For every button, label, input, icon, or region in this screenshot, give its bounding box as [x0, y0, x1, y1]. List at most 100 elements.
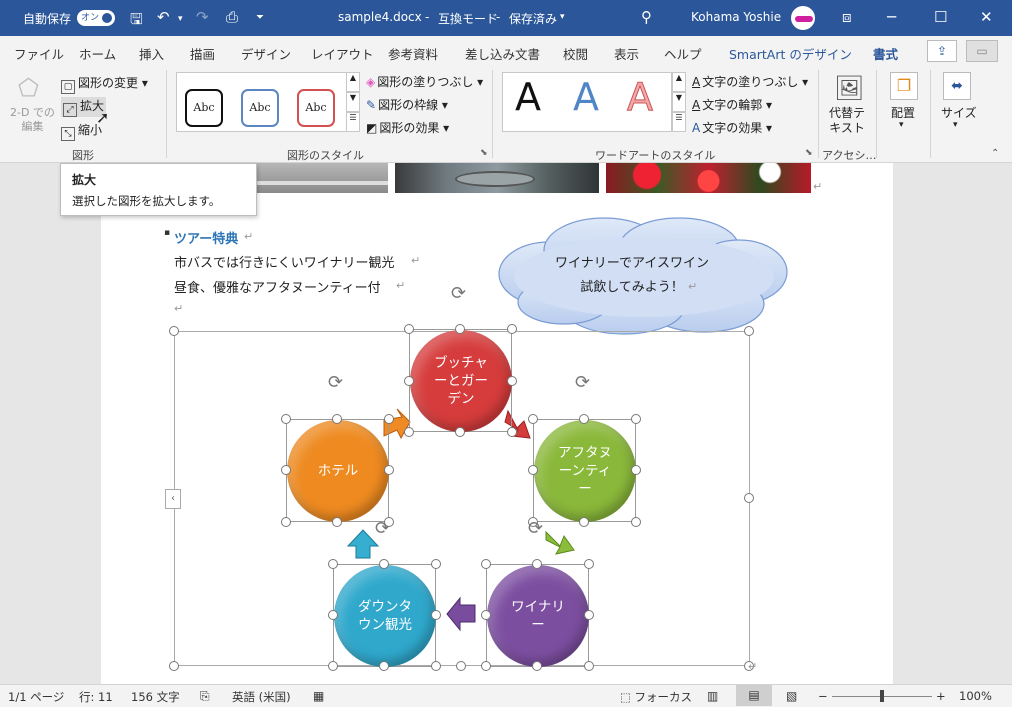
avatar[interactable]	[791, 6, 815, 30]
print-icon[interactable]: ⎙	[226, 8, 238, 26]
collapse-ribbon-icon[interactable]: ⌃	[991, 148, 999, 159]
resize-handle[interactable]	[384, 414, 394, 424]
size-icon[interactable]: ⬌	[943, 72, 971, 100]
search-icon[interactable]: ⚲	[641, 8, 652, 26]
photo-street[interactable]	[255, 163, 388, 193]
resize-handle[interactable]	[744, 493, 754, 503]
resize-handle[interactable]	[455, 427, 465, 437]
page-count[interactable]: 1/1 ページ	[8, 689, 64, 705]
chevron-down-icon[interactable]: ▾	[953, 120, 958, 130]
comments-button[interactable]: ▭	[966, 40, 998, 62]
accessibility-icon[interactable]: ▦	[313, 689, 324, 703]
arrange-icon[interactable]: ❐	[890, 72, 918, 100]
autosave-toggle[interactable]: オン	[77, 10, 115, 26]
node-downtown-sightseeing[interactable]: ダウンタ ウン観光	[334, 565, 436, 667]
shrink-button[interactable]: ⤡ 縮小	[61, 121, 102, 141]
resize-handle[interactable]	[579, 517, 589, 527]
share-button[interactable]: ⇪	[927, 40, 957, 62]
rotate-handle-icon[interactable]: ⟳	[328, 372, 343, 393]
rotate-handle-icon[interactable]: ⟳	[528, 518, 543, 539]
resize-handle[interactable]	[744, 326, 754, 336]
body-line-2[interactable]: 昼食、優雅なアフタヌーンティー付	[174, 277, 381, 296]
resize-handle[interactable]	[431, 661, 441, 671]
resize-handle[interactable]	[528, 414, 538, 424]
tab-insert[interactable]: 挿入	[139, 44, 164, 63]
undo-dropdown-icon[interactable]: ▾	[178, 14, 183, 24]
size-button[interactable]: サイズ	[941, 104, 977, 121]
resize-handle[interactable]	[379, 559, 389, 569]
resize-handle[interactable]	[532, 559, 542, 569]
tab-smartart-design[interactable]: SmartArt のデザイン	[729, 44, 852, 63]
node-afternoon-tea[interactable]: アフタヌ ーンティ ー	[534, 420, 636, 522]
zoom-slider-thumb[interactable]	[880, 690, 884, 702]
resize-handle[interactable]	[404, 324, 414, 334]
chevron-down-icon[interactable]: ▾	[560, 12, 565, 22]
photo-flowers[interactable]	[606, 163, 811, 193]
shape-outline-button[interactable]: ✎ 図形の枠線 ▾	[366, 96, 448, 113]
undo-icon[interactable]: ↶	[157, 8, 170, 26]
gallery-more-icon[interactable]: ☰	[346, 112, 360, 132]
customize-qat-icon[interactable]: ⏷	[256, 12, 264, 23]
tab-review[interactable]: 校閲	[563, 44, 588, 63]
arrange-button[interactable]: 配置	[891, 104, 915, 121]
text-pane-toggle[interactable]: ‹	[165, 489, 181, 509]
dialog-launcher-icon[interactable]: ⬊	[805, 148, 813, 158]
resize-handle[interactable]	[404, 376, 414, 386]
resize-handle[interactable]	[379, 661, 389, 671]
resize-handle[interactable]	[584, 610, 594, 620]
resize-handle[interactable]	[281, 517, 291, 527]
photo-fountain[interactable]	[395, 163, 599, 193]
wordart-style-1[interactable]: A	[515, 75, 541, 119]
resize-handle[interactable]	[528, 465, 538, 475]
focus-button[interactable]: ⬚ フォーカス	[620, 689, 692, 705]
resize-handle[interactable]	[631, 414, 641, 424]
resize-handle[interactable]	[384, 517, 394, 527]
text-fill-button[interactable]: A 文字の塗りつぶし ▾	[692, 73, 808, 90]
ribbon-display-icon[interactable]: ⧈	[842, 8, 852, 26]
resize-handle[interactable]	[328, 559, 338, 569]
tab-references[interactable]: 参考資料	[388, 44, 438, 63]
change-shape-button[interactable]: ▢ 図形の変更 ▾	[61, 74, 148, 94]
language[interactable]: 英語 (米国)	[232, 689, 291, 705]
shape-style-1[interactable]: Abc	[185, 89, 223, 127]
maximize-icon[interactable]: ☐	[934, 8, 947, 26]
resize-handle[interactable]	[481, 559, 491, 569]
node-butchart-gardens[interactable]: ブッチャ ーとガー デン	[410, 330, 512, 432]
resize-handle[interactable]	[507, 427, 517, 437]
resize-handle[interactable]	[431, 559, 441, 569]
rotate-handle-icon[interactable]: ⟳	[575, 372, 590, 393]
text-outline-button[interactable]: A 文字の輪郭 ▾	[692, 96, 772, 113]
node-hotel[interactable]: ホテル	[287, 420, 389, 522]
user-name[interactable]: Kohama Yoshie	[691, 10, 781, 24]
tab-layout[interactable]: レイアウト	[311, 44, 374, 63]
text-effects-button[interactable]: A 文字の効果 ▾	[692, 119, 772, 136]
resize-handle[interactable]	[169, 326, 179, 336]
chevron-down-icon[interactable]: ▾	[899, 120, 904, 130]
resize-handle[interactable]	[455, 324, 465, 334]
shape-fill-button[interactable]: ◈ 図形の塗りつぶし ▾	[366, 73, 483, 90]
resize-handle[interactable]	[631, 517, 641, 527]
minimize-icon[interactable]: ─	[887, 8, 896, 26]
wordart-scroll-down-icon[interactable]: ▼	[672, 92, 686, 112]
close-icon[interactable]: ✕	[980, 8, 993, 26]
resize-handle[interactable]	[384, 465, 394, 475]
resize-handle[interactable]	[328, 610, 338, 620]
zoom-in-icon[interactable]: +	[936, 689, 946, 703]
tab-mailings[interactable]: 差し込み文書	[465, 44, 540, 63]
tab-view[interactable]: 表示	[614, 44, 639, 63]
resize-handle[interactable]	[584, 661, 594, 671]
read-mode-icon[interactable]: ▥	[707, 689, 718, 703]
web-layout-icon[interactable]: ▧	[786, 689, 797, 703]
resize-handle[interactable]	[456, 661, 466, 671]
alt-text-icon[interactable]: 🖼	[834, 74, 864, 102]
shape-style-3[interactable]: Abc	[297, 89, 335, 127]
resize-handle[interactable]	[328, 661, 338, 671]
resize-handle[interactable]	[532, 661, 542, 671]
rotate-handle-icon[interactable]: ⟳	[451, 283, 466, 304]
shape-style-gallery[interactable]: Abc Abc Abc	[176, 72, 360, 132]
gallery-scroll-down-icon[interactable]: ▼	[346, 92, 360, 112]
resize-handle[interactable]	[481, 610, 491, 620]
tab-help[interactable]: ヘルプ	[664, 44, 702, 63]
shape-style-2[interactable]: Abc	[241, 89, 279, 127]
node-winery[interactable]: ワイナリ ー	[487, 565, 589, 667]
